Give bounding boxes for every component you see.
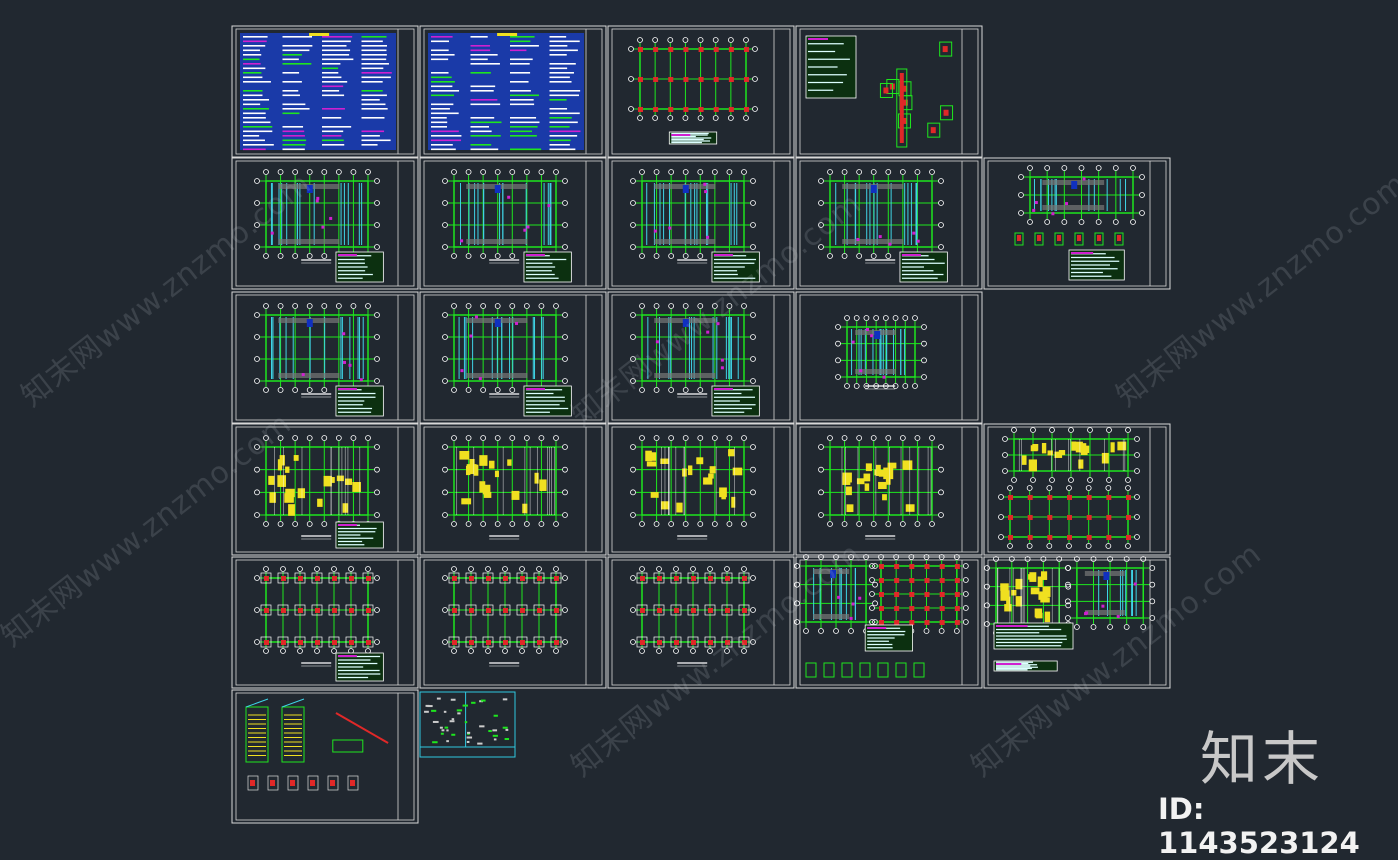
brand-logo: 知末 xyxy=(1200,725,1325,793)
drawing-sheets-canvas[interactable] xyxy=(0,0,1398,850)
drawing-sheet-small-plan[interactable] xyxy=(795,291,983,424)
drawing-sheet-slab-plan[interactable] xyxy=(607,423,795,556)
drawing-sheet-beam-plan[interactable] xyxy=(231,291,419,424)
drawing-sheet-foundation[interactable] xyxy=(231,556,419,689)
sheets-svg xyxy=(231,25,1171,824)
drawing-sheet-notes[interactable] xyxy=(419,25,607,158)
drawing-sheet-foundation[interactable] xyxy=(419,556,607,689)
drawing-sheet-column-grid[interactable] xyxy=(607,25,795,158)
drawing-sheet-slab-plan[interactable] xyxy=(795,423,983,556)
drawing-sheet-slab-roof[interactable] xyxy=(983,423,1171,556)
drawing-sheet-roof-plan[interactable] xyxy=(983,157,1171,290)
drawing-sheet-section-details[interactable] xyxy=(231,689,419,824)
drawing-sheet-notes[interactable] xyxy=(231,25,419,158)
drawing-sheet-beam-plan[interactable] xyxy=(419,157,607,290)
drawing-sheet-details[interactable] xyxy=(795,25,983,158)
drawing-sheet-slab-plan[interactable] xyxy=(419,423,607,556)
drawing-sheet-rebar-strip[interactable] xyxy=(419,691,516,758)
